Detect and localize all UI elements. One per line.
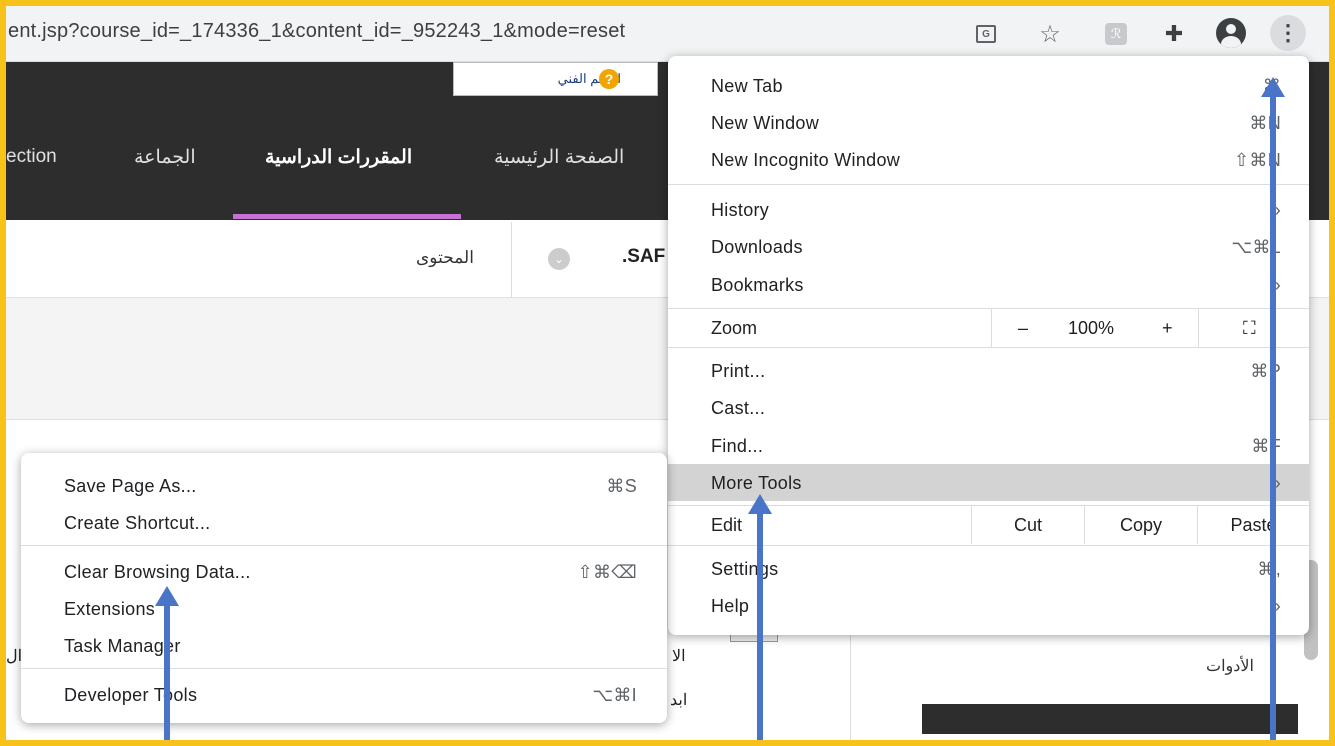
fullscreen-icon: ⛶ — [1243, 318, 1256, 338]
menu-item-new-incognito[interactable]: New Incognito Window ⇧⌘N — [668, 141, 1309, 178]
zoom-out-button[interactable]: – — [1018, 318, 1028, 339]
zoom-level: 100% — [1068, 318, 1115, 338]
dark-strip — [922, 704, 1298, 734]
submenu-item-developer-tools[interactable]: Developer Tools ⌥⌘I — [21, 676, 667, 713]
menu-item-help[interactable]: Help › — [668, 587, 1309, 624]
content-label[interactable]: المحتوى — [416, 248, 474, 268]
menu-separator — [21, 668, 667, 669]
kebab-menu-icon[interactable]: ⋮ — [1270, 15, 1306, 51]
menu-separator — [668, 184, 1309, 185]
annotation-arrow — [155, 586, 179, 746]
edit-label: Edit — [711, 515, 743, 535]
url-text[interactable]: ent.jsp?course_id=_174336_1&content_id=_… — [8, 20, 625, 43]
tools-label[interactable]: الأدوات — [1206, 656, 1254, 676]
puzzle-icon[interactable]: ✚ — [1160, 20, 1188, 48]
help-icon: ? — [599, 69, 619, 89]
menu-item-new-tab[interactable]: New Tab ⌘ — [668, 67, 1309, 104]
profile-icon[interactable] — [1214, 16, 1248, 50]
annotation-arrow — [1261, 77, 1285, 746]
menu-item-cast[interactable]: Cast... — [668, 389, 1309, 426]
nav-courses[interactable]: المقررات الدراسية — [265, 146, 412, 169]
text-fragment: ال — [6, 648, 23, 665]
zoom-in-button[interactable]: + — [1162, 318, 1173, 339]
chrome-main-menu: New Tab ⌘ New Window ⌘N New Incognito Wi… — [668, 56, 1309, 635]
paste-button[interactable]: Paste — [1197, 506, 1309, 544]
copy-button[interactable]: Copy — [1084, 506, 1197, 544]
extension-icon[interactable]: ℛ — [1102, 20, 1130, 48]
submenu-item-extensions[interactable]: Extensions — [21, 590, 667, 627]
text-fragment: ابد — [670, 692, 688, 709]
menu-item-find[interactable]: Find... ⌘F — [668, 427, 1309, 464]
star-icon[interactable]: ☆ — [1036, 20, 1064, 48]
annotation-arrow — [748, 494, 772, 746]
browser-toolbar: ent.jsp?course_id=_174336_1&content_id=_… — [6, 6, 1329, 62]
zoom-row: Zoom – 100% + ⛶ — [668, 309, 1309, 347]
menu-item-downloads[interactable]: Downloads ⌥⌘L — [668, 228, 1309, 265]
nav-home[interactable]: الصفحة الرئيسية — [494, 146, 624, 169]
menu-item-print[interactable]: Print... ⌘P — [668, 352, 1309, 389]
zoom-label: Zoom — [711, 318, 758, 338]
course-code[interactable]: .SAF — [622, 246, 665, 268]
text-fragment: الا — [672, 648, 686, 665]
more-tools-submenu: Save Page As... ⌘S Create Shortcut... Cl… — [21, 453, 667, 723]
fullscreen-button[interactable]: ⛶ — [1198, 309, 1309, 347]
nav-active-indicator — [233, 214, 461, 219]
menu-item-bookmarks[interactable]: Bookmarks › — [668, 266, 1309, 303]
submenu-item-create-shortcut[interactable]: Create Shortcut... — [21, 504, 667, 541]
menu-separator — [668, 347, 1309, 348]
support-button[interactable]: الدعم الفني ? — [453, 62, 658, 96]
translate-icon[interactable]: G — [972, 20, 1000, 48]
submenu-item-save-page[interactable]: Save Page As... ⌘S — [21, 467, 667, 504]
menu-item-history[interactable]: History › — [668, 191, 1309, 228]
submenu-item-task-manager[interactable]: Task Manager — [21, 627, 667, 664]
nav-partial[interactable]: ection — [6, 146, 57, 168]
divider — [511, 222, 512, 298]
menu-separator — [668, 545, 1309, 546]
nav-community[interactable]: الجماعة — [134, 146, 196, 169]
menu-separator — [21, 545, 667, 546]
submenu-item-clear-browsing-data[interactable]: Clear Browsing Data... ⇧⌘⌫ — [21, 553, 667, 590]
menu-item-new-window[interactable]: New Window ⌘N — [668, 104, 1309, 141]
menu-item-settings[interactable]: Settings ⌘, — [668, 550, 1309, 587]
cut-button[interactable]: Cut — [971, 506, 1084, 544]
chevron-down-icon[interactable]: ⌄ — [548, 248, 570, 270]
